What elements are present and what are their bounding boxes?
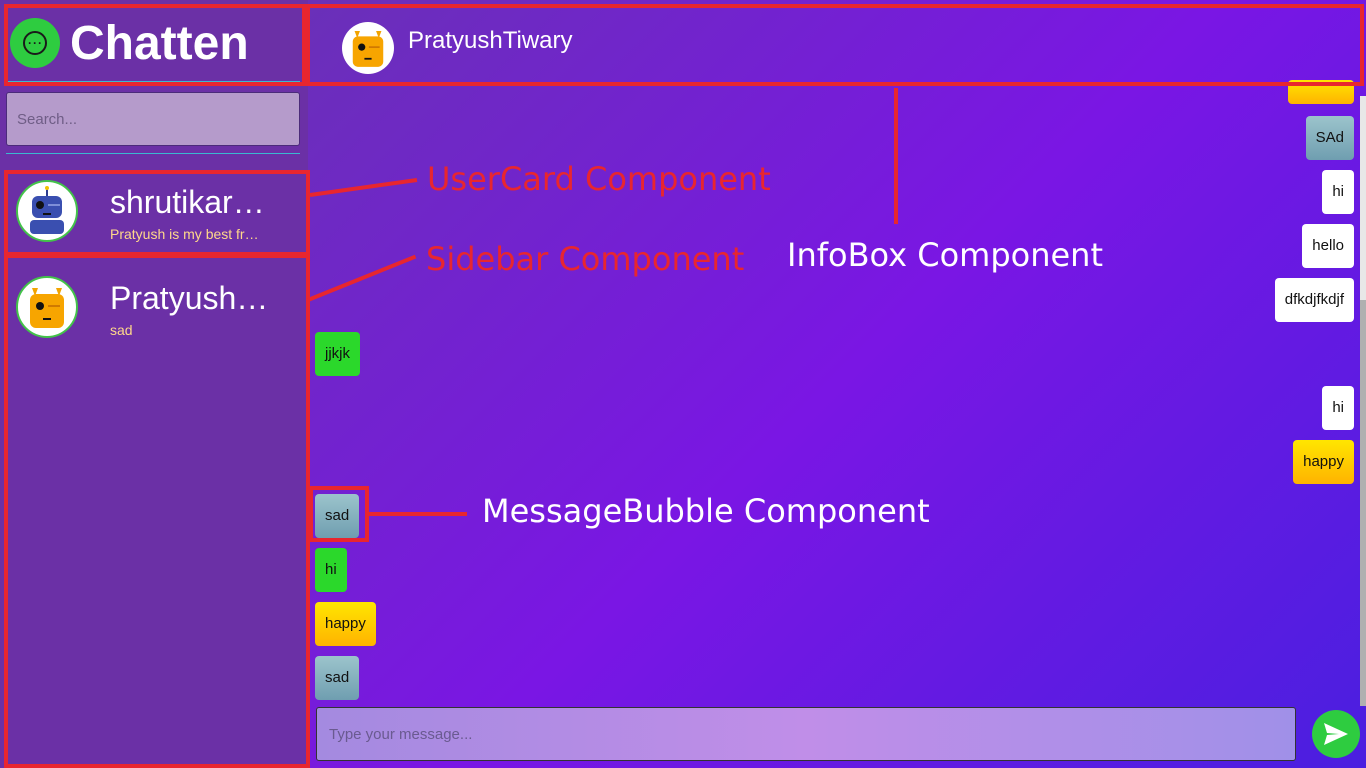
user-name: shrutikar… (110, 184, 265, 220)
chat-partner-name: PratyushTiwary (408, 27, 573, 54)
brand-header: ··· Chatten (0, 0, 308, 86)
user-card[interactable]: shrutikar… Pratyush is my best fr… (6, 174, 306, 252)
messagebubble-annotation-label: MessageBubble Component (482, 492, 930, 530)
divider (6, 81, 300, 82)
message-bubble (1288, 80, 1354, 104)
send-button[interactable] (1312, 710, 1360, 758)
usercard-annotation-label: UserCard Component (427, 160, 771, 198)
message-bubble: hello (1302, 224, 1354, 268)
message-bubble: hi (315, 548, 347, 592)
orange-robot-avatar[interactable] (342, 22, 394, 74)
send-arrow-icon (1324, 723, 1348, 745)
message-bubble: jjkjk (315, 332, 360, 376)
user-name: Pratyush… (110, 280, 269, 316)
chat-bubble-icon: ··· (10, 18, 60, 68)
chat-header: PratyushTiwary (308, 0, 1366, 86)
message-bubble: hi (1322, 386, 1354, 430)
search-input[interactable] (6, 92, 300, 146)
message-bubble: sad (315, 494, 360, 538)
message-bubble: SAd (1305, 116, 1354, 160)
annotation-pointer (369, 512, 467, 516)
message-bubble: hi (1322, 170, 1354, 214)
user-last-message: sad (110, 322, 133, 338)
infobox-annotation-label: InfoBox Component (787, 236, 1103, 274)
chat-app: ··· Chatten shrutikar… Pratyush is my be (0, 0, 1366, 768)
chat-panel: PratyushTiwary SAd hi hello dfkdjfkdjf j… (308, 0, 1366, 768)
message-bubble: sad (315, 656, 360, 700)
annotation-pointer (894, 88, 898, 224)
scrollbar-thumb[interactable] (1360, 300, 1366, 706)
blue-robot-avatar (16, 180, 78, 242)
message-bubble: happy (315, 602, 376, 646)
message-input[interactable] (316, 707, 1296, 761)
app-title: Chatten (70, 17, 249, 70)
divider (6, 153, 300, 154)
message-bubble: dfkdjfkdjf (1274, 278, 1354, 322)
message-bubble: happy (1293, 440, 1354, 484)
orange-robot-avatar (16, 276, 78, 338)
sidebar: ··· Chatten shrutikar… Pratyush is my be (0, 0, 308, 768)
user-last-message: Pratyush is my best fr… (110, 226, 259, 242)
user-card[interactable]: Pratyush… sad (6, 270, 306, 348)
sidebar-annotation-label: Sidebar Component (426, 240, 745, 278)
